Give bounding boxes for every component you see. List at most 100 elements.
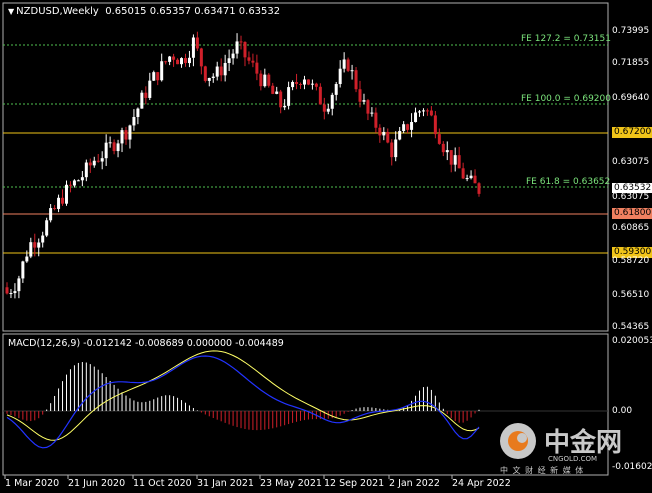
candle-bull [116,143,120,152]
candle-bear [449,150,453,165]
candle-bull [180,58,184,65]
watermark-title: 中金网 [544,428,623,458]
macd-tick-bottom: -0.016028 [612,462,652,472]
candle-bull [445,150,449,153]
candle-bear [68,184,72,186]
macd-main-line [6,355,480,449]
watermark-logo-dot [517,433,527,443]
candle-bear [271,85,275,94]
candle-bull [160,61,164,81]
macd-histogram [6,362,480,431]
candle-bear [53,208,57,210]
candle-bull [72,180,76,186]
dropdown-arrow-icon[interactable]: ▼ [8,7,14,16]
candle-bull [45,220,49,236]
candle-bull [350,70,354,72]
candle-bull [402,124,406,131]
symbol-label: NZDUSD,Weekly [16,6,99,17]
fe-618-label: FE 61.8 = 0.63652 [526,177,611,187]
candle-bull [310,83,314,85]
candle-bear [172,56,176,60]
candle-bull [84,162,88,178]
candle-bear [425,110,429,112]
candle-bear [354,70,358,90]
price-tick: 0.69640 [612,93,650,103]
time-label: 12 Sep 2021 [324,478,385,489]
candle-bear [219,66,223,76]
price-tick: 0.60865 [612,223,650,233]
candle-bull [370,112,374,114]
candle-bear [112,142,116,152]
candle-bull [334,84,338,95]
chart-canvas [2,2,609,479]
candle-bull [227,58,231,64]
candle-bear [88,162,92,166]
time-label: 23 May 2021 [260,478,322,489]
candle-bear [61,197,65,204]
candle-bear [199,48,203,67]
candle-bear [437,134,441,144]
candle-bull [382,131,386,136]
candle-bear [251,60,255,63]
candle-bull [326,108,330,112]
candle-bull [148,80,152,98]
candle-bull [283,105,287,108]
candle-bull [191,37,195,58]
candle-bear [358,89,362,102]
candle-bull [394,139,398,158]
candle-bear [33,242,37,248]
candle-bull [231,53,235,59]
candle-bull [211,76,215,78]
candle-bear [390,142,394,158]
candle-bear [243,41,247,58]
candle-bull [17,278,21,292]
macd-tick-top: 0.020053 [612,336,652,346]
candle-bear [156,72,160,81]
chart-header: ▼ NZDUSD,Weekly 0.65015 0.65357 0.63471 0… [8,6,280,17]
fe-100-label: FE 100.0 = 0.69200 [521,94,611,104]
candle-bull [453,155,457,165]
candle-bull [92,160,96,166]
candle-bull [263,74,267,87]
candle-bull [57,197,61,209]
watermark-site: CNGOLD.COM [548,455,598,463]
candle-bull [9,293,13,295]
macd-signal-line [6,350,480,441]
candle-bear [144,92,148,98]
candle-bear [441,143,445,153]
candle-bull [120,130,124,144]
candle-bull [100,158,104,162]
candle-bull [187,57,191,64]
candle-bull [49,208,53,221]
candle-bear [295,81,299,85]
candle-bear [195,37,199,49]
candle-bull [76,180,80,182]
candle-bull [410,122,414,130]
macd-header: MACD(12,26,9) -0.012142 -0.008689 0.0000… [8,338,284,349]
candle-bear [183,58,187,64]
candle-bull [140,92,144,109]
candle-bull [469,175,473,179]
time-label: 31 Jan 2021 [197,478,254,489]
candle-bull [302,79,306,85]
candle-bear [433,115,437,135]
candle-bull [37,242,41,248]
candle-bear [299,84,303,86]
candle-bull [108,142,112,144]
candle-bull [235,41,239,54]
candle-bull [330,94,334,109]
price-tick: 0.71855 [612,58,650,68]
macd-tick-zero: 0.00 [612,406,633,416]
candle-bear [96,160,100,162]
watermark-subtitle: 中 文 财 经 新 媒 体 [500,466,585,475]
candle-bear [239,41,243,43]
candle-bull [21,261,25,279]
candle-bear [247,57,251,61]
candle-bear [259,73,263,87]
candle-bull [104,142,108,159]
level-6180-tag: 0.61800 [612,208,652,219]
candle-bear [306,79,310,85]
candle-bull [287,87,291,106]
candle-bull [136,108,140,117]
candle-bull [421,110,425,112]
